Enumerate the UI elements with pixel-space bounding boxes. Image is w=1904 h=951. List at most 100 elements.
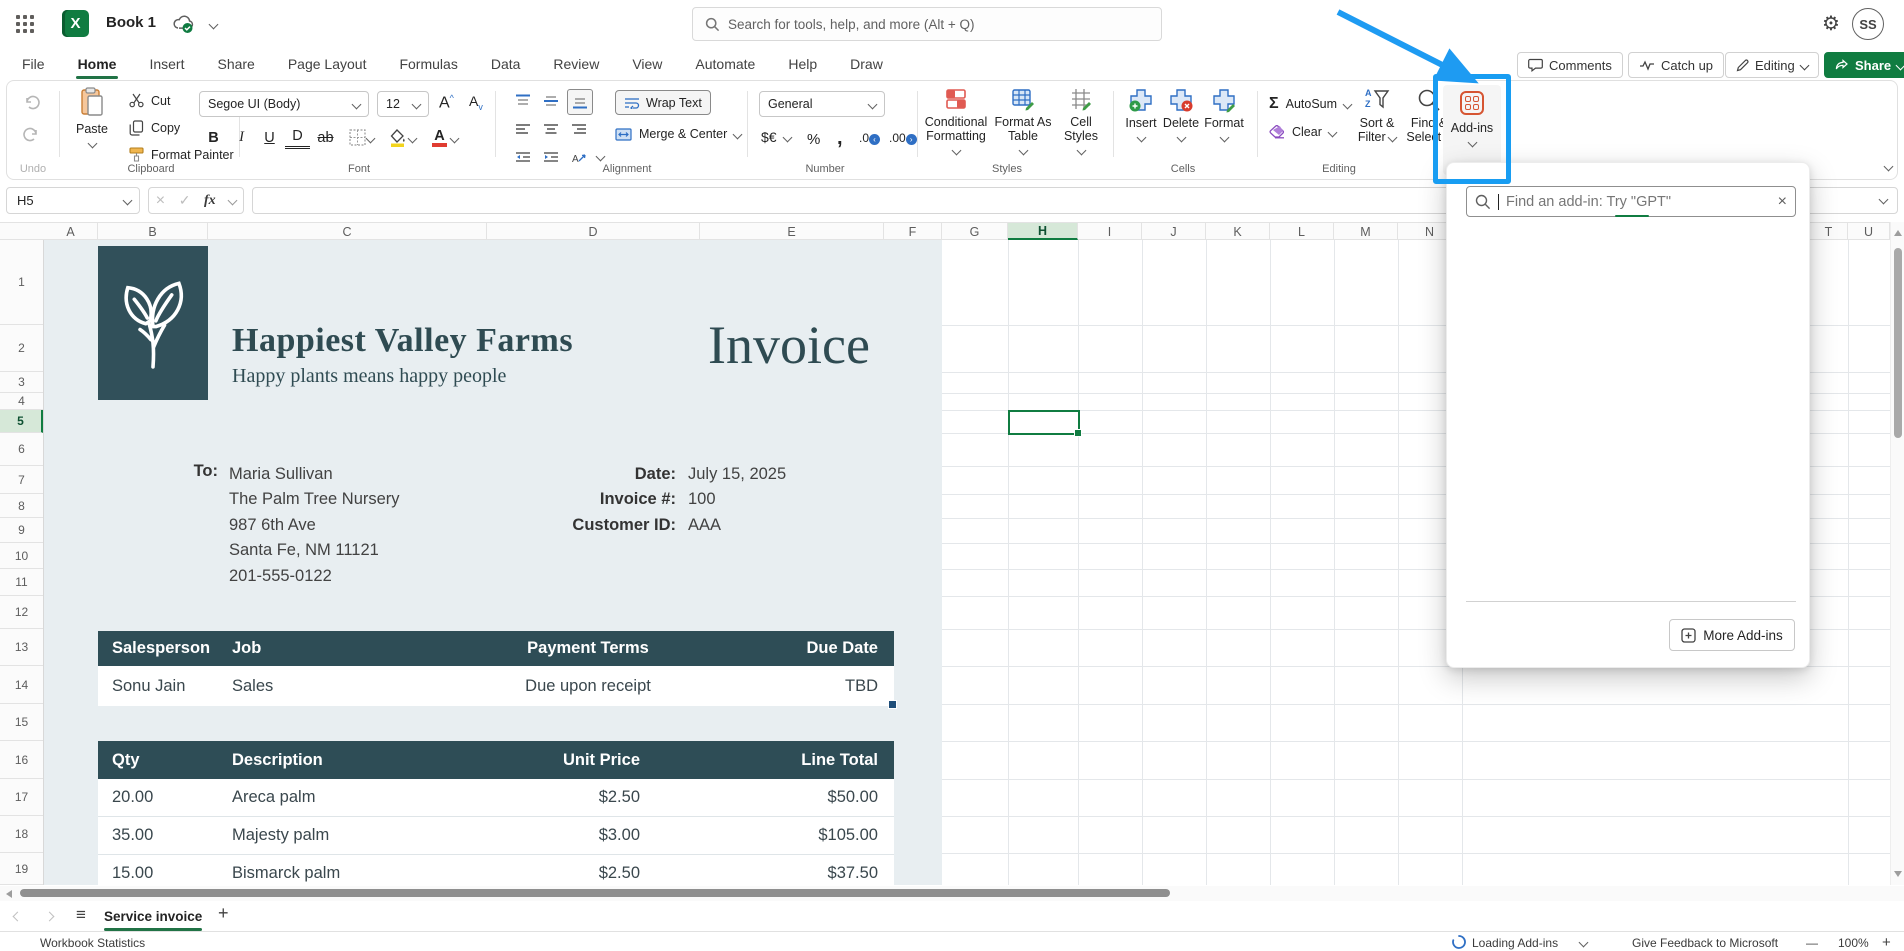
row-header-8[interactable]: 8 <box>0 494 43 518</box>
enter-check-icon[interactable]: ✓ <box>179 192 191 209</box>
clear-button[interactable]: Clear <box>1269 125 1336 139</box>
row-header-17[interactable]: 17 <box>0 779 43 816</box>
row-header-18[interactable]: 18 <box>0 816 43 853</box>
menu-tab-automate[interactable]: Automate <box>693 52 757 76</box>
doc-title-chevron-icon[interactable] <box>209 20 219 30</box>
row-header-16[interactable]: 16 <box>0 741 43 779</box>
column-header-C[interactable]: C <box>208 223 487 240</box>
vertical-scrollbar[interactable] <box>1890 222 1904 885</box>
column-header-J[interactable]: J <box>1142 223 1206 240</box>
ribbon-collapse-chevron-icon[interactable] <box>1884 162 1894 172</box>
share-button[interactable]: Share <box>1824 52 1904 78</box>
align-left-button[interactable] <box>511 117 535 141</box>
menu-tab-insert[interactable]: Insert <box>147 52 186 76</box>
feedback-link[interactable]: Give Feedback to Microsoft <box>1632 936 1778 950</box>
align-top-button[interactable] <box>511 89 535 113</box>
row-header-4[interactable]: 4 <box>0 393 43 410</box>
decrease-font-button[interactable]: Av <box>469 93 483 112</box>
excel-logo-icon[interactable]: X <box>62 10 89 37</box>
scroll-left-arrow-icon[interactable] <box>6 890 12 898</box>
app-launcher-waffle-icon[interactable] <box>16 15 34 33</box>
text-orientation-button[interactable]: A <box>567 145 591 169</box>
cancel-icon[interactable]: × <box>156 192 165 210</box>
menu-tab-view[interactable]: View <box>630 52 664 76</box>
selected-cell-h5[interactable] <box>1008 410 1080 435</box>
row-header-19[interactable]: 19 <box>0 853 43 885</box>
row-header-9[interactable]: 9 <box>0 518 43 543</box>
account-avatar[interactable]: SS <box>1852 8 1884 40</box>
italic-button[interactable]: I <box>229 125 254 150</box>
column-header-T[interactable]: T <box>1810 223 1848 240</box>
comma-style-button[interactable]: , <box>837 127 843 150</box>
insert-cells-button[interactable]: Insert <box>1119 87 1163 141</box>
column-header-D[interactable]: D <box>487 223 700 240</box>
row-header-13[interactable]: 13 <box>0 629 43 666</box>
scroll-down-arrow-icon[interactable] <box>1894 871 1902 877</box>
document-title[interactable]: Book 1 <box>106 14 156 31</box>
addin-search-input[interactable]: Find an add-in: Try "GPT" × <box>1466 186 1796 217</box>
orientation-chevron-icon[interactable] <box>596 152 606 162</box>
merge-center-button[interactable]: Merge & Center <box>615 127 741 141</box>
row-header-7[interactable]: 7 <box>0 466 43 494</box>
row-header-14[interactable]: 14 <box>0 666 43 704</box>
menu-tab-formulas[interactable]: Formulas <box>397 52 459 76</box>
table-resize-handle[interactable] <box>888 700 897 709</box>
increase-font-button[interactable]: A^ <box>439 93 454 112</box>
cell-styles-button[interactable]: Cell Styles <box>1055 87 1107 154</box>
percent-style-button[interactable]: % <box>807 131 820 148</box>
zoom-out-button[interactable]: — <box>1806 936 1818 950</box>
row-header-5[interactable]: 5 <box>0 410 43 433</box>
increase-indent-button[interactable] <box>539 145 563 169</box>
format-cells-button[interactable]: Format <box>1201 87 1247 141</box>
scroll-up-arrow-icon[interactable] <box>1894 230 1902 236</box>
cell-name-box[interactable]: H5 <box>6 187 140 214</box>
column-header-B[interactable]: B <box>98 223 208 240</box>
cut-button[interactable]: Cut <box>129 93 170 108</box>
row-header-11[interactable]: 11 <box>0 569 43 596</box>
column-header-M[interactable]: M <box>1334 223 1398 240</box>
conditional-formatting-button[interactable]: Conditional Formatting <box>923 87 989 154</box>
menu-tab-file[interactable]: File <box>20 52 47 76</box>
settings-gear-icon[interactable]: ⚙ <box>1822 11 1840 36</box>
align-right-button[interactable] <box>567 117 591 141</box>
number-format-select[interactable]: General <box>759 91 885 117</box>
align-center-button[interactable] <box>539 117 563 141</box>
loading-addins-label[interactable]: Loading Add-ins <box>1472 936 1558 950</box>
underline-button[interactable]: U <box>257 125 282 150</box>
more-addins-button[interactable]: More Add-ins <box>1669 619 1795 651</box>
row-header-15[interactable]: 15 <box>0 704 43 741</box>
sort-filter-button[interactable]: AZ Sort & Filter <box>1351 87 1403 144</box>
format-as-table-button[interactable]: Format As Table <box>993 87 1053 154</box>
column-header-L[interactable]: L <box>1270 223 1334 240</box>
menu-tab-share[interactable]: Share <box>215 52 256 76</box>
font-color-button[interactable]: A <box>427 125 452 150</box>
menu-tab-review[interactable]: Review <box>551 52 601 76</box>
wrap-text-button[interactable]: Wrap Text <box>615 90 711 115</box>
zoom-in-button[interactable]: + <box>1882 934 1891 951</box>
undo-icon[interactable] <box>23 95 40 111</box>
column-header-A[interactable]: A <box>44 223 98 240</box>
loading-addins-chevron-icon[interactable] <box>1579 938 1589 948</box>
row-header-12[interactable]: 12 <box>0 596 43 629</box>
menu-tab-home[interactable]: Home <box>76 52 119 76</box>
column-header-G[interactable]: G <box>942 223 1008 240</box>
editing-mode-button[interactable]: Editing <box>1725 52 1819 78</box>
prev-sheet-arrow-icon[interactable] <box>13 912 23 922</box>
clear-search-icon[interactable]: × <box>1778 193 1787 211</box>
font-size-select[interactable]: 12 <box>377 91 429 117</box>
row-header-3[interactable]: 3 <box>0 372 43 393</box>
copy-button[interactable]: Copy <box>129 120 180 136</box>
font-name-select[interactable]: Segoe UI (Body) <box>199 91 369 117</box>
fx-icon[interactable]: fx <box>204 193 216 209</box>
row-headers[interactable]: 12345678910111213141516171819 <box>0 240 44 885</box>
fill-color-button[interactable] <box>385 125 410 150</box>
workbook-statistics-button[interactable]: Workbook Statistics <box>40 936 145 950</box>
increase-decimal-button[interactable]: .0‹ <box>859 131 880 145</box>
autosum-button[interactable]: Σ AutoSum <box>1269 95 1351 113</box>
menu-tab-page-layout[interactable]: Page Layout <box>286 52 369 76</box>
align-bottom-button[interactable] <box>567 89 593 115</box>
global-search-input[interactable]: Search for tools, help, and more (Alt + … <box>692 7 1162 41</box>
column-header-E[interactable]: E <box>700 223 884 240</box>
delete-cells-button[interactable]: Delete <box>1159 87 1203 141</box>
column-header-U[interactable]: U <box>1848 223 1890 240</box>
